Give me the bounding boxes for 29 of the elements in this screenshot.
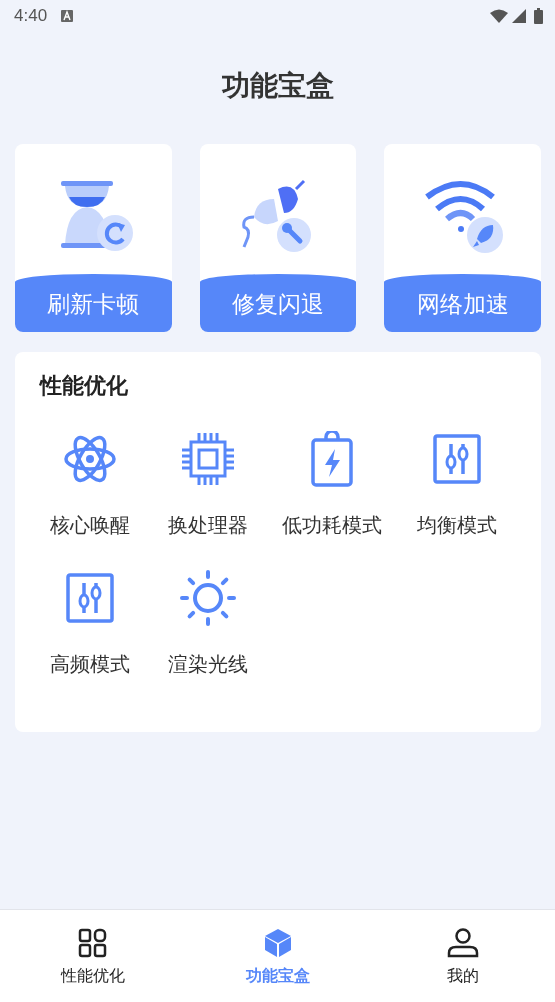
cell-signal-icon	[512, 9, 526, 23]
grid-icon	[77, 928, 108, 958]
status-time: 4:40	[14, 6, 48, 26]
card-label: 网络加速	[384, 274, 541, 332]
nav-tab[interactable]: 性能优化	[0, 910, 185, 1002]
feature-label[interactable]: 核心唤醒	[49, 512, 130, 539]
battery-icon	[310, 431, 354, 487]
nav-label: 功能宝盒	[245, 966, 310, 987]
sliders-icon	[65, 573, 114, 623]
feature-label[interactable]: 渲染光线	[167, 651, 248, 678]
feature-label[interactable]: 换处理器	[167, 512, 248, 539]
nav-label: 我的	[446, 966, 479, 987]
sun-icon	[178, 569, 237, 627]
feature-label[interactable]: 低功耗模式	[282, 512, 382, 539]
card-label: 修复闪退	[199, 274, 357, 332]
feature-label[interactable]: 均衡模式	[416, 512, 497, 539]
chip-icon	[180, 432, 235, 486]
battery-status-icon	[534, 8, 543, 24]
page-title: 功能宝盒	[220, 68, 335, 104]
nav-label: 性能优化	[60, 966, 125, 987]
nav-tab[interactable]: 我的	[370, 910, 555, 1002]
cube-icon	[262, 928, 293, 958]
sliders-icon	[432, 434, 481, 484]
card-label: 刷新卡顿	[15, 274, 172, 332]
feature-label[interactable]: 高频模式	[49, 651, 130, 678]
wifi-signal-icon	[490, 9, 508, 23]
section-title: 性能优化	[38, 372, 129, 400]
keyboard-notification-icon	[61, 10, 74, 22]
person-icon	[446, 928, 479, 958]
